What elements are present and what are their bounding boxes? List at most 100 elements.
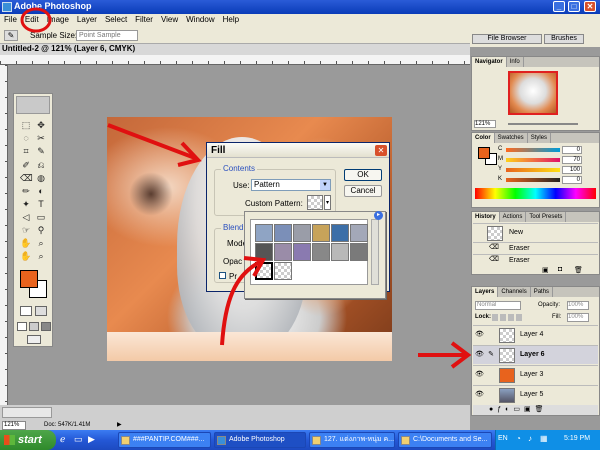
taskbar-item-photoshop[interactable]: Adobe Photoshop [214, 432, 306, 448]
layer-row[interactable]: 👁 Layer 3 [473, 365, 598, 384]
pattern-swatch[interactable] [255, 224, 273, 242]
channel-m-value[interactable]: 70 [562, 156, 582, 164]
network-icon[interactable]: ▦ [540, 434, 548, 443]
quick-mask-icon[interactable] [35, 306, 47, 316]
eyedropper-tool-icon[interactable]: ⌕ [35, 238, 47, 249]
brush-tool-icon[interactable]: ⎌ [35, 160, 47, 171]
minimize-button[interactable]: _ [553, 1, 565, 12]
minimized-document[interactable] [2, 407, 52, 418]
use-select[interactable]: Pattern ▼ [251, 179, 331, 191]
pattern-swatch[interactable] [331, 243, 349, 261]
fill-field[interactable]: 100% [567, 313, 589, 322]
history-item[interactable]: New [473, 223, 598, 241]
trash-icon[interactable]: 🗑 [574, 266, 583, 274]
eye-icon[interactable]: 👁 [475, 351, 484, 359]
history-brush-tool-icon[interactable]: ◍ [35, 173, 47, 184]
path-selection-tool-icon[interactable]: ◁ [20, 212, 32, 223]
status-menu-arrow-icon[interactable]: ▶ [117, 421, 122, 428]
tab-layers[interactable]: Layers [472, 287, 499, 297]
taskbar-item-pantip[interactable]: ###PANTIP.COM###... [118, 432, 211, 448]
close-button[interactable]: ✕ [584, 1, 596, 12]
gradient-tool-icon[interactable]: ◐ [35, 186, 47, 197]
healing-brush-tool-icon[interactable]: ✐ [20, 160, 32, 171]
pattern-swatch[interactable] [331, 224, 349, 242]
crop-tool-icon[interactable]: ⌗ [20, 146, 32, 157]
cancel-button[interactable]: Cancel [344, 185, 382, 197]
navigator-zoom-slider[interactable] [508, 123, 578, 125]
custom-pattern-swatch[interactable] [307, 195, 323, 210]
jump-to-imageready-icon[interactable] [27, 335, 41, 344]
photoshop-eye-icon[interactable] [16, 96, 50, 114]
eye-icon[interactable]: 👁 [475, 371, 484, 379]
dodge-tool-icon[interactable]: T [35, 199, 47, 210]
menu-filter[interactable]: Filter [131, 14, 157, 25]
pattern-swatch[interactable] [274, 262, 292, 280]
tab-history[interactable]: History [472, 212, 500, 222]
tab-channels[interactable]: Channels [498, 287, 531, 297]
channel-y-slider[interactable] [506, 168, 560, 172]
menu-view[interactable]: View [157, 14, 182, 25]
lock-buttons[interactable] [492, 314, 522, 321]
move-tool-icon[interactable]: ✥ [35, 120, 47, 131]
channel-c-slider[interactable] [506, 148, 560, 152]
fill-dialog-close-button[interactable]: ✕ [375, 145, 387, 156]
channel-m-slider[interactable] [506, 158, 560, 162]
history-item[interactable]: ⌫ Eraser [473, 254, 598, 265]
channel-y-value[interactable]: 100 [562, 166, 582, 174]
quicklaunch-ie-icon[interactable]: ℯ [60, 434, 72, 446]
menu-image[interactable]: Image [43, 14, 73, 25]
layers-footer-buttons[interactable]: ●ƒ◐▭▣🗑 [473, 405, 598, 415]
magic-wand-tool-icon[interactable]: ✂ [35, 133, 47, 144]
chevron-down-icon[interactable]: ▼ [320, 180, 330, 190]
language-indicator[interactable]: EN [498, 435, 508, 442]
pattern-swatch[interactable] [350, 224, 368, 242]
quicklaunch-media-icon[interactable]: ▶ [88, 434, 100, 446]
color-fg-swatch[interactable] [478, 147, 490, 159]
foreground-color-swatch[interactable] [20, 270, 38, 288]
pattern-swatch[interactable] [255, 243, 273, 261]
history-new-document-icon[interactable]: ▣ [542, 266, 549, 274]
maximize-button[interactable]: □ [568, 1, 580, 12]
pattern-swatch[interactable] [274, 224, 292, 242]
channel-k-slider[interactable] [506, 178, 560, 182]
eraser-tool-icon[interactable]: ✏ [20, 186, 32, 197]
screen-mode-standard-icon[interactable] [17, 322, 27, 331]
channel-c-value[interactable]: 0 [562, 146, 582, 154]
screen-mode-full-menu-icon[interactable] [29, 322, 39, 331]
ok-button[interactable]: OK [344, 169, 382, 181]
tab-actions[interactable]: Actions [500, 212, 527, 222]
standard-mode-icon[interactable] [20, 306, 32, 316]
pattern-swatch[interactable] [293, 243, 311, 261]
pattern-swatch[interactable] [312, 224, 330, 242]
navigator-zoom-field[interactable]: 121% [474, 120, 496, 128]
tab-color[interactable]: Color [472, 133, 495, 143]
tab-tool-presets[interactable]: Tool Presets [526, 212, 567, 222]
history-item[interactable]: ⌫ Eraser [473, 242, 598, 253]
menu-layer[interactable]: Layer [73, 14, 101, 25]
sample-size-select[interactable]: Point Sample [76, 30, 138, 41]
pattern-swatch[interactable] [350, 243, 368, 261]
navigator-thumbnail[interactable] [508, 71, 558, 115]
pattern-menu-arrow-icon[interactable]: ▸ [374, 211, 383, 220]
blur-tool-icon[interactable]: ✦ [20, 199, 32, 210]
layer-row[interactable]: 👁 Layer 5 [473, 385, 598, 404]
pattern-picker-arrow-icon[interactable]: ▾ [324, 195, 331, 210]
layer-row[interactable]: 👁 Layer 4 [473, 325, 598, 344]
menu-window[interactable]: Window [182, 14, 218, 25]
pattern-swatch[interactable] [312, 243, 330, 261]
tool-preset-icon[interactable]: ✎ [4, 30, 18, 41]
pattern-swatch-selected[interactable] [255, 262, 273, 280]
taskbar-item-explorer[interactable]: C:\Documents and Se... [398, 432, 492, 448]
menu-file[interactable]: File [0, 14, 21, 25]
tab-styles[interactable]: Styles [528, 133, 552, 143]
shape-tool-icon[interactable]: ⚲ [35, 225, 47, 236]
tab-swatches[interactable]: Swatches [495, 133, 528, 143]
zoom-field[interactable]: 121% [2, 421, 26, 430]
tab-info[interactable]: Info [507, 57, 524, 67]
pattern-scrollbar[interactable] [371, 219, 379, 285]
lasso-tool-icon[interactable]: ◌ [20, 133, 32, 144]
menu-help[interactable]: Help [219, 14, 243, 25]
pattern-swatch[interactable] [293, 224, 311, 242]
tab-paths[interactable]: Paths [531, 287, 554, 297]
opacity-field[interactable]: 100% [567, 301, 589, 310]
